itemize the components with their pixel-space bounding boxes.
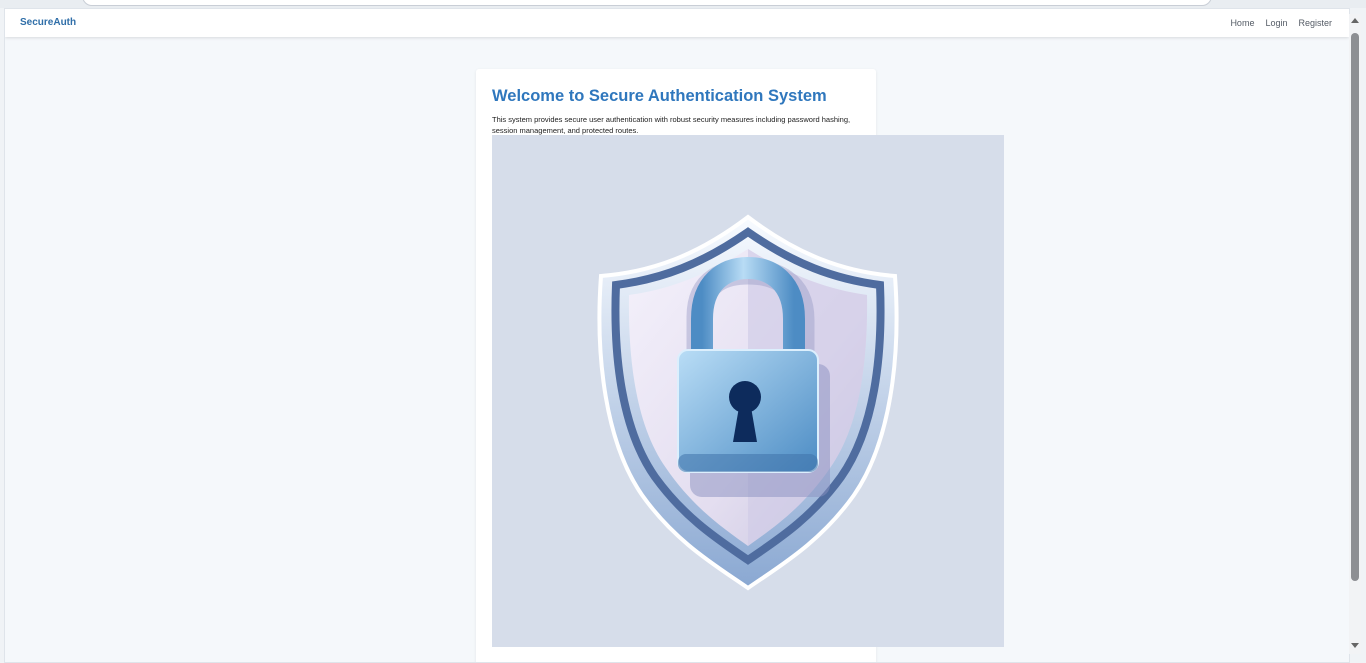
page-title: Welcome to Secure Authentication System [492, 87, 827, 105]
nav-register-link[interactable]: Register [1298, 18, 1332, 28]
page-viewport: SecureAuth Home Login Register Welcome t… [4, 8, 1350, 663]
nav-links: Home Login Register [1230, 18, 1332, 28]
scroll-up-arrow-icon[interactable] [1351, 18, 1359, 23]
intro-text: This system provides secure user authent… [492, 115, 851, 135]
brand-logo-link[interactable]: SecureAuth [20, 17, 76, 28]
scroll-down-arrow-icon[interactable] [1351, 643, 1359, 648]
navbar: SecureAuth Home Login Register [5, 9, 1349, 37]
browser-top-strip [0, 0, 1366, 8]
nav-home-link[interactable]: Home [1230, 18, 1254, 28]
shield-lock-icon [597, 214, 899, 591]
vertical-scrollbar[interactable] [1349, 14, 1361, 654]
scrollbar-thumb[interactable] [1351, 33, 1359, 581]
hero-illustration [492, 135, 1004, 647]
address-bar[interactable] [82, 0, 1212, 6]
nav-login-link[interactable]: Login [1265, 18, 1287, 28]
